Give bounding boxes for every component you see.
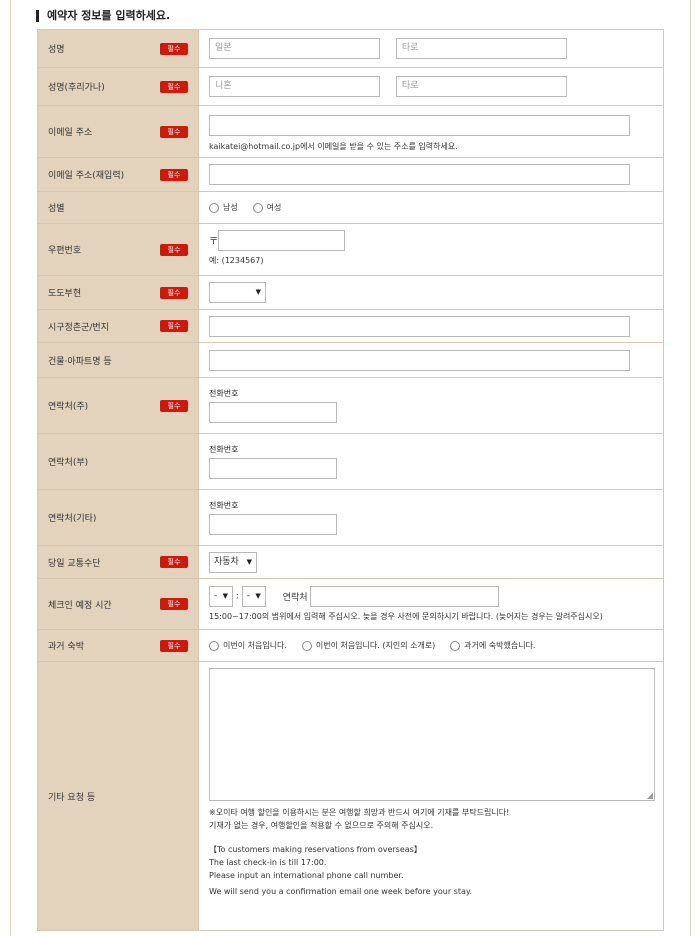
label-prefecture: 도도부현 필수 xyxy=(37,275,199,310)
row-city: 시구정촌군/번지 필수 xyxy=(37,309,664,343)
label-past-stay: 과거 숙박 필수 xyxy=(37,629,199,662)
first-name-kana-input[interactable]: 니혼 xyxy=(209,76,380,97)
required-badge: 필수 xyxy=(160,399,188,412)
required-badge: 필수 xyxy=(160,80,188,93)
overseas-note-3: We will send you a confirmation email on… xyxy=(209,887,473,896)
past-stay-first-label: 이번이 처음입니다. xyxy=(223,641,287,650)
section-title: 예약자 정보를 입력하세요. xyxy=(36,10,170,22)
required-badge: 필수 xyxy=(160,598,188,610)
row-gender: 성별 남성 여성 xyxy=(37,191,664,224)
resize-grip-icon[interactable]: ◢ xyxy=(647,791,653,800)
prefecture-select[interactable]: ▼ xyxy=(209,282,266,303)
chevron-down-icon: ▼ xyxy=(255,591,261,600)
chevron-down-icon: ▼ xyxy=(246,557,252,566)
time-separator: : xyxy=(235,591,239,601)
checkin-contact-label: 연락처 xyxy=(282,592,308,603)
label-city: 시구정촌군/번지 필수 xyxy=(37,309,199,343)
label-checkin: 체크인 예정 시간 필수 xyxy=(37,578,199,630)
label-email-confirm: 이메일 주소(재입력) 필수 xyxy=(37,157,199,192)
past-stay-returning-radio[interactable] xyxy=(450,640,461,651)
checkin-hour-select[interactable]: - ▼ xyxy=(209,585,233,607)
overseas-note-2: Please input an international phone call… xyxy=(209,871,404,880)
last-name-kana-input[interactable]: 타로 xyxy=(395,76,567,97)
gender-male-label: 남성 xyxy=(223,203,238,212)
past-stay-returning-label: 과거에 숙박했습니다. xyxy=(464,641,536,650)
row-other-requests: 기타 요청 등 ◢ ※오이타 여행 할인을 이용하시는 분은 여행할 희망과 반… xyxy=(37,661,664,931)
label-name-kana: 성명(후리가나) 필수 xyxy=(37,67,199,106)
row-prefecture: 도도부현 필수 ▼ xyxy=(37,275,664,310)
required-badge: 필수 xyxy=(160,125,188,138)
building-input[interactable] xyxy=(209,349,630,371)
required-badge: 필수 xyxy=(160,168,188,181)
request-note-2: 기재가 없는 경우, 여행할인을 적용할 수 없으므로 주의해 주십시오. xyxy=(209,821,434,830)
contact-main-phone-input[interactable] xyxy=(209,402,337,423)
required-badge: 필수 xyxy=(160,42,188,55)
checkin-note: 15:00~17:00의 범위에서 입력해 주십시오. 늦을 경우 사전에 문의… xyxy=(209,611,603,621)
label-transport: 당일 교통수단 필수 xyxy=(37,545,199,579)
row-email: 이메일 주소 필수 kaikatei@hotmail.co.jp에서 이메일을 받… xyxy=(37,105,664,158)
row-checkin: 체크인 예정 시간 필수 - ▼ : - ▼ 연락처 15:00~17:00의 범위에… xyxy=(37,578,664,630)
label-contact-other: 연락처(기타) xyxy=(37,489,199,546)
email-input[interactable] xyxy=(209,115,630,136)
label-email: 이메일 주소 필수 xyxy=(37,105,199,158)
row-transport: 당일 교통수단 필수 자동차 ▼ xyxy=(37,545,664,579)
gender-female-radio[interactable] xyxy=(252,202,263,213)
gender-male-radio[interactable] xyxy=(209,202,219,213)
contact-other-phone-label: 전화번호 xyxy=(209,501,239,510)
chevron-down-icon: ▼ xyxy=(222,591,228,600)
row-contact-sub: 연락처(부) 전화번호 xyxy=(37,433,664,490)
row-past-stay: 과거 숙박 필수 이번이 처음입니다. 이번이 처음입니다. (지인의 소개로) … xyxy=(37,629,664,662)
label-contact-main: 연락처(주) 필수 xyxy=(37,377,199,434)
email-note: kaikatei@hotmail.co.jp에서 이메일을 받을 수 있는 주소… xyxy=(209,142,458,151)
gender-female-label: 여성 xyxy=(266,203,282,212)
required-badge: 필수 xyxy=(160,556,188,568)
postal-code-input[interactable] xyxy=(218,230,346,251)
contact-sub-phone-label: 전화번호 xyxy=(209,445,239,454)
past-stay-referral-radio[interactable] xyxy=(301,640,312,651)
row-contact-other: 연락처(기타) 전화번호 xyxy=(37,489,664,546)
past-stay-first-radio[interactable] xyxy=(209,640,219,651)
row-name: 성명 필수 일본 타로 xyxy=(37,29,664,68)
row-building: 건물·아파트명 등 xyxy=(37,342,664,378)
past-stay-referral-label: 이번이 처음입니다. (지인의 소개로) xyxy=(315,641,436,650)
label-building: 건물·아파트명 등 xyxy=(37,342,199,378)
row-contact-main: 연락처(주) 필수 전화번호 xyxy=(37,377,664,434)
label-contact-sub: 연락처(부) xyxy=(37,433,199,490)
row-email-confirm: 이메일 주소(재입력) 필수 xyxy=(37,157,664,192)
contact-sub-phone-input[interactable] xyxy=(209,458,337,479)
row-name-kana: 성명(후리가나) 필수 니혼 타로 xyxy=(37,67,664,106)
required-badge: 필수 xyxy=(160,286,188,299)
required-badge: 필수 xyxy=(160,639,188,652)
transport-select[interactable]: 자동차 ▼ xyxy=(209,551,257,573)
city-input[interactable] xyxy=(209,315,630,337)
checkin-contact-input[interactable] xyxy=(310,585,500,607)
last-name-input[interactable]: 타로 xyxy=(395,38,567,59)
label-name: 성명 필수 xyxy=(37,29,199,68)
postal-example: 예: (1234567) xyxy=(209,256,264,265)
checkin-minute-select[interactable]: - ▼ xyxy=(241,585,266,607)
contact-main-phone-label: 전화번호 xyxy=(209,389,239,398)
label-other-requests: 기타 요청 등 xyxy=(37,661,199,931)
other-requests-textarea[interactable]: ◢ xyxy=(209,668,655,801)
row-postal: 우편번호 필수 〒 예: (1234567) xyxy=(37,223,664,276)
postal-mark: 〒 xyxy=(209,237,219,247)
chevron-down-icon: ▼ xyxy=(255,288,261,296)
overseas-note-1: The last check-in is till 17:00. xyxy=(209,858,327,867)
contact-other-phone-input[interactable] xyxy=(209,514,337,535)
overseas-heading: 【To customers making reservations from o… xyxy=(209,845,422,854)
request-note-1: ※오이타 여행 할인을 이용하시는 분은 여행할 희망과 반드시 여기에 기재를… xyxy=(209,808,510,817)
label-postal: 우편번호 필수 xyxy=(37,223,199,276)
label-gender: 성별 xyxy=(37,191,199,224)
email-confirm-input[interactable] xyxy=(209,164,630,185)
reservation-form: 성명 필수 일본 타로 성명(후리가나) 필수 니혼 타로 이메일 주소 필수 kai… xyxy=(37,29,664,931)
required-badge: 필수 xyxy=(160,243,188,256)
required-badge: 필수 xyxy=(160,320,188,332)
first-name-input[interactable]: 일본 xyxy=(209,38,380,59)
